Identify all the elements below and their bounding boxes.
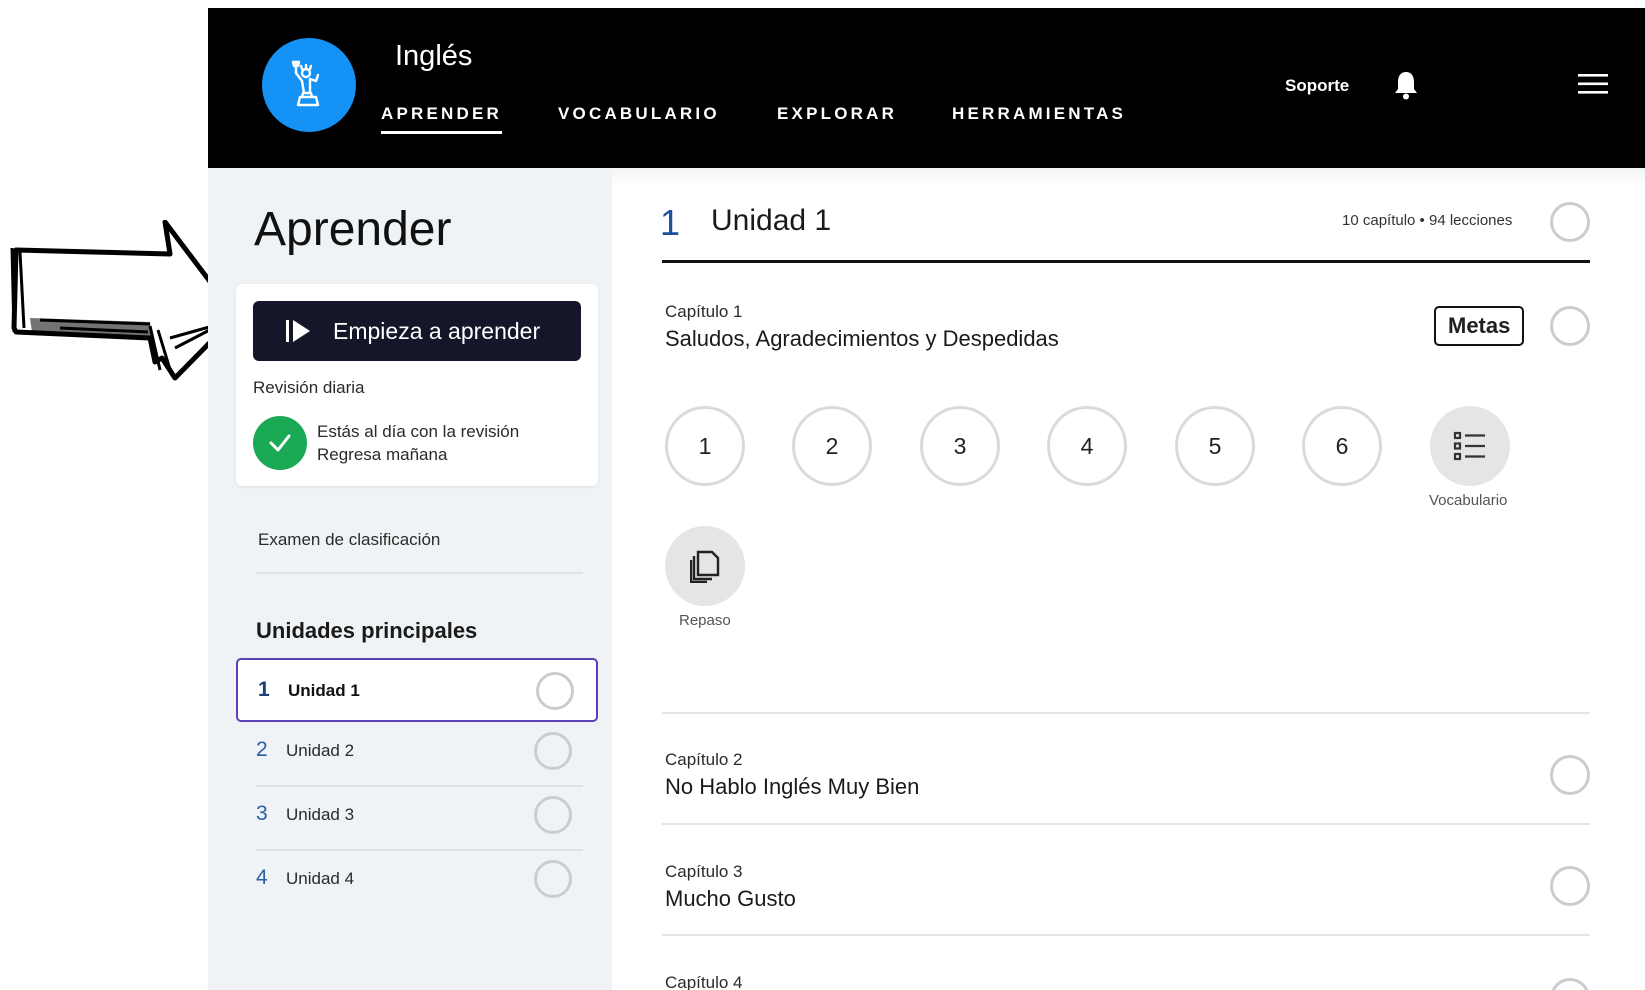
review-status-badge: [253, 416, 307, 470]
chapter-2-label: Capítulo 2: [665, 750, 743, 769]
chapter-3-title[interactable]: Mucho Gusto: [665, 886, 796, 912]
sidebar-item-unidad-2[interactable]: 2 Unidad 2: [236, 720, 598, 784]
top-shadow: [612, 168, 1645, 188]
tab-herramientas[interactable]: HERRAMIENTAS: [952, 104, 1126, 124]
chapter-2-title[interactable]: No Hablo Inglés Muy Bien: [665, 774, 919, 800]
chapter-1-progress-ring-icon: [1550, 306, 1590, 346]
unit-number: 3: [256, 802, 268, 825]
tab-aprender[interactable]: APRENDER: [381, 104, 503, 134]
chapter-1-title[interactable]: Saludos, Agradecimientos y Despedidas: [665, 326, 1059, 352]
sidebar-item-unidad-1[interactable]: 1 Unidad 1: [236, 658, 598, 722]
start-learning-button[interactable]: Empieza a aprender: [253, 301, 581, 361]
progress-ring-icon: [536, 672, 574, 710]
lesson-1-button[interactable]: 1: [665, 406, 745, 486]
divider: [662, 823, 1590, 825]
unit-title: Unidad 1: [711, 204, 832, 237]
unit-divider: [662, 260, 1590, 263]
language-logo[interactable]: [262, 38, 356, 132]
bell-icon[interactable]: [1393, 70, 1419, 100]
chapter-4-label: Capítulo 4: [665, 973, 743, 990]
top-navigation-bar: Inglés APRENDER VOCABULARIO EXPLORAR HER…: [208, 8, 1645, 168]
divider: [662, 934, 1590, 936]
review-status-line2: Regresa mañana: [317, 445, 448, 464]
progress-ring-icon: [534, 796, 572, 834]
copy-pages-icon: [690, 550, 720, 583]
placement-exam-link[interactable]: Examen de clasificación: [258, 530, 440, 550]
app-root: Inglés APRENDER VOCABULARIO EXPLORAR HER…: [0, 0, 1645, 990]
start-learning-label: Empieza a aprender: [333, 317, 541, 344]
vocabulary-label: Vocabulario: [1429, 492, 1508, 509]
chapter-3-label: Capítulo 3: [665, 862, 743, 881]
sidebar-item-unidad-3[interactable]: 3 Unidad 3: [236, 784, 598, 848]
list-icon: [1453, 431, 1485, 461]
hamburger-menu-icon[interactable]: [1578, 73, 1608, 95]
progress-ring-icon: [534, 732, 572, 770]
unit-number-heading: 1: [660, 202, 681, 243]
daily-review-label: Revisión diaria: [253, 378, 365, 397]
language-title: Inglés: [395, 40, 473, 72]
play-icon: [286, 320, 310, 342]
lesson-3-button[interactable]: 3: [920, 406, 1000, 486]
lesson-4-button[interactable]: 4: [1047, 406, 1127, 486]
divider: [256, 572, 583, 574]
goals-button[interactable]: Metas: [1434, 306, 1525, 346]
unit-name: Unidad 3: [286, 805, 355, 824]
unit-number: 1: [258, 678, 270, 701]
lesson-5-button[interactable]: 5: [1175, 406, 1255, 486]
lesson-2-button[interactable]: 2: [792, 406, 872, 486]
review-label: Repaso: [679, 612, 731, 629]
main-content: 1 Unidad 1 10 capítulo • 94 lecciones Ca…: [612, 168, 1645, 990]
unit-number: 2: [256, 738, 268, 761]
chapter-2-progress-ring-icon: [1550, 755, 1590, 795]
unit-name: Unidad 1: [288, 681, 360, 700]
annotation-arrow-icon: [10, 220, 239, 381]
unit-progress-ring-icon: [1550, 202, 1590, 242]
chapter-1-label: Capítulo 1: [665, 302, 743, 321]
unit-number: 4: [256, 866, 268, 889]
page-title: Aprender: [254, 203, 452, 256]
progress-ring-icon: [534, 860, 572, 898]
review-status-text: Estás al día con la revisión Regresa mañ…: [317, 420, 519, 466]
sidebar-item-unidad-4[interactable]: 4 Unidad 4: [236, 848, 598, 912]
vocabulary-button[interactable]: [1430, 406, 1510, 486]
checkmark-icon: [269, 434, 291, 452]
chapter-3-progress-ring-icon: [1550, 866, 1590, 906]
tab-explorar[interactable]: EXPLORAR: [777, 104, 897, 124]
unit-name: Unidad 4: [286, 869, 355, 888]
sidebar: Aprender Empieza a aprender Revisión dia…: [208, 168, 612, 990]
divider: [662, 712, 1590, 714]
tab-vocabulario[interactable]: VOCABULARIO: [558, 104, 720, 124]
unit-name: Unidad 2: [286, 741, 355, 760]
review-status-line1: Estás al día con la revisión: [317, 422, 520, 441]
units-heading: Unidades principales: [256, 618, 478, 643]
statue-of-liberty-icon: [291, 60, 320, 107]
chapter-4-progress-ring-icon: [1550, 978, 1590, 990]
support-link[interactable]: Soporte: [1285, 76, 1349, 96]
lesson-6-button[interactable]: 6: [1302, 406, 1382, 486]
unit-meta: 10 capítulo • 94 lecciones: [1342, 212, 1513, 229]
start-learning-card: Empieza a aprender Revisión diaria Estás…: [236, 284, 598, 486]
review-button[interactable]: [665, 526, 745, 606]
